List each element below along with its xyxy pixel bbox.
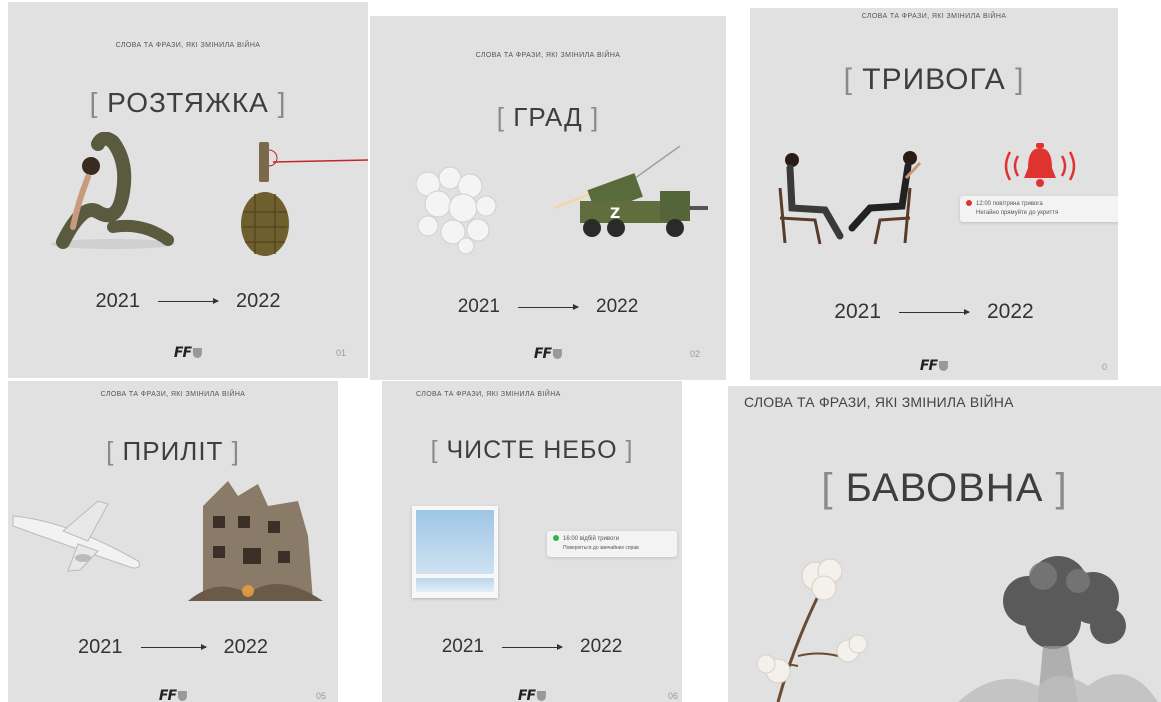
card-bavovna: СЛОВА ТА ФРАЗИ, ЯКІ ЗМІНИЛА ВІЙНА [ БАВО… (728, 386, 1161, 702)
year-from: 2021 (441, 636, 484, 657)
notification-title: відбій тривоги (579, 536, 619, 542)
hail-illustration (415, 166, 497, 255)
ff-logo: FF (919, 358, 949, 374)
bracket-close: ] (1015, 63, 1025, 96)
card-subtitle: СЛОВА ТА ФРАЗИ, ЯКІ ЗМІНИЛА ВІЙНА (475, 52, 621, 59)
card-word: [ ТРИВОГА ] (750, 63, 1118, 97)
card-roztiazhka: СЛОВА ТА ФРАЗИ, ЯКІ ЗМІНИЛА ВІЙНА [ РОЗТ… (8, 2, 368, 378)
page-number: 01 (336, 348, 347, 358)
explosion-smoke-illustration (958, 556, 1158, 702)
destroyed-building-illustration (188, 481, 323, 601)
status-dot-red (966, 200, 972, 206)
shield-icon (537, 691, 547, 701)
year-to: 2022 (236, 290, 281, 312)
arrow-right-icon (140, 644, 207, 650)
card-hrad: СЛОВА ТА ФРАЗИ, ЯКІ ЗМІНИЛА ВІЙНА [ ГРАД… (370, 16, 726, 380)
year-from: 2021 (834, 300, 881, 323)
shield-icon (193, 348, 203, 358)
bracket-close: ] (590, 102, 600, 132)
years-row: 2021 2022 (382, 636, 682, 658)
bracket-close: ] (231, 436, 240, 466)
year-to: 2022 (987, 300, 1034, 323)
card-subtitle: СЛОВА ТА ФРАЗИ, ЯКІ ЗМІНИЛА ВІЙНА (416, 391, 561, 398)
cotton-plant-illustration (756, 558, 868, 702)
status-dot-green (553, 535, 559, 541)
yoga-woman-illustration (51, 132, 175, 249)
card-subtitle: СЛОВА ТА ФРАЗИ, ЯКІ ЗМІНИЛА ВІЙНА (115, 42, 261, 49)
arrow-right-icon (158, 298, 219, 304)
ff-logo: FF (517, 688, 547, 702)
card-word: [ ГРАД ] (370, 102, 726, 133)
notification-title: повітряна тривога (992, 201, 1043, 207)
card-subtitle: СЛОВА ТА ФРАЗИ, ЯКІ ЗМІНИЛА ВІЙНА (744, 394, 1014, 410)
ff-logo: FF (158, 688, 188, 702)
sky-photo (412, 506, 498, 598)
logo-text: FF (533, 346, 552, 362)
grad-launcher-illustration: Z (553, 146, 708, 237)
alarm-bell-icon (1004, 143, 1076, 187)
year-to: 2022 (580, 636, 623, 657)
ff-logo: FF (533, 346, 563, 362)
card-word-text: ПРИЛІТ (122, 436, 224, 466)
logo-text: FF (158, 688, 177, 702)
bracket-close: ] (1055, 466, 1068, 510)
grenade-illustration (241, 142, 368, 256)
notification-time: 16:00 (563, 536, 579, 542)
year-from: 2021 (78, 636, 123, 658)
year-from: 2021 (95, 290, 141, 312)
notification-text: Негайно прямуйте до укриття (976, 210, 1059, 216)
notification-time: 12:00 (976, 201, 992, 207)
bracket-open: [ (821, 466, 834, 510)
years-row: 2021 2022 (370, 296, 726, 318)
card-word: [ ПРИЛІТ ] (8, 436, 338, 467)
ff-logo: FF (173, 345, 203, 361)
alarm-notification: 12:00 повітряна тривога Негайно прямуйте… (960, 196, 1118, 222)
arrow-right-icon (518, 303, 579, 310)
airplane-illustration (12, 500, 141, 572)
sky-photo-image (416, 510, 494, 574)
bracket-open: [ (106, 436, 115, 466)
bracket-close: ] (277, 87, 287, 118)
clear-sky-notification: 16:00 відбій тривоги Поверніться до звич… (547, 531, 677, 557)
card-word: [ ЧИСТЕ НЕБО ] (382, 436, 682, 465)
year-from: 2021 (457, 296, 500, 317)
sky-photo-strip (416, 578, 494, 592)
card-word-text: ТРИВОГА (862, 63, 1006, 96)
bracket-open: [ (430, 436, 439, 464)
bracket-open: [ (496, 102, 506, 132)
card-word-text: ЧИСТЕ НЕБО (446, 436, 618, 464)
card-word-text: ГРАД (513, 102, 583, 132)
arrow-right-icon (502, 643, 563, 650)
bracket-close: ] (625, 436, 634, 464)
card-word-text: БАВОВНА (845, 466, 1044, 510)
page-number: 0 (1102, 362, 1108, 372)
logo-text: FF (517, 688, 536, 702)
logo-text: FF (919, 358, 938, 374)
card-word: [ БАВОВНА ] (728, 466, 1161, 511)
card-subtitle: СЛОВА ТА ФРАЗИ, ЯКІ ЗМІНИЛА ВІЙНА (861, 13, 1007, 20)
therapy-session-illustration (778, 151, 922, 245)
year-to: 2022 (596, 296, 639, 317)
arrow-right-icon (899, 308, 970, 315)
page-number: 06 (668, 691, 679, 701)
notification-text: Поверніться до звичайних справ (563, 545, 639, 551)
year-to: 2022 (223, 636, 269, 658)
card-subtitle: СЛОВА ТА ФРАЗИ, ЯКІ ЗМІНИЛА ВІЙНА (100, 391, 246, 398)
page-number: 05 (316, 691, 327, 701)
shield-icon (939, 361, 949, 371)
page-number: 02 (690, 349, 701, 359)
card-tryvoha: СЛОВА ТА ФРАЗИ, ЯКІ ЗМІНИЛА ВІЙНА [ ТРИВ… (750, 8, 1118, 380)
shield-icon (553, 349, 563, 359)
shield-icon (178, 691, 188, 701)
years-row: 2021 2022 (8, 290, 368, 313)
card-word: [ РОЗТЯЖКА ] (8, 87, 368, 119)
card-pryvit: СЛОВА ТА ФРАЗИ, ЯКІ ЗМІНИЛА ВІЙНА [ ПРИЛ… (8, 381, 338, 702)
bracket-open: [ (89, 87, 99, 118)
card-chyste-nebo: СЛОВА ТА ФРАЗИ, ЯКІ ЗМІНИЛА ВІЙНА [ ЧИСТ… (382, 381, 682, 702)
years-row: 2021 2022 (750, 300, 1118, 324)
years-row: 2021 2022 (8, 636, 338, 659)
logo-text: FF (173, 345, 192, 361)
card-word-text: РОЗТЯЖКА (107, 87, 269, 118)
bracket-open: [ (843, 63, 853, 96)
